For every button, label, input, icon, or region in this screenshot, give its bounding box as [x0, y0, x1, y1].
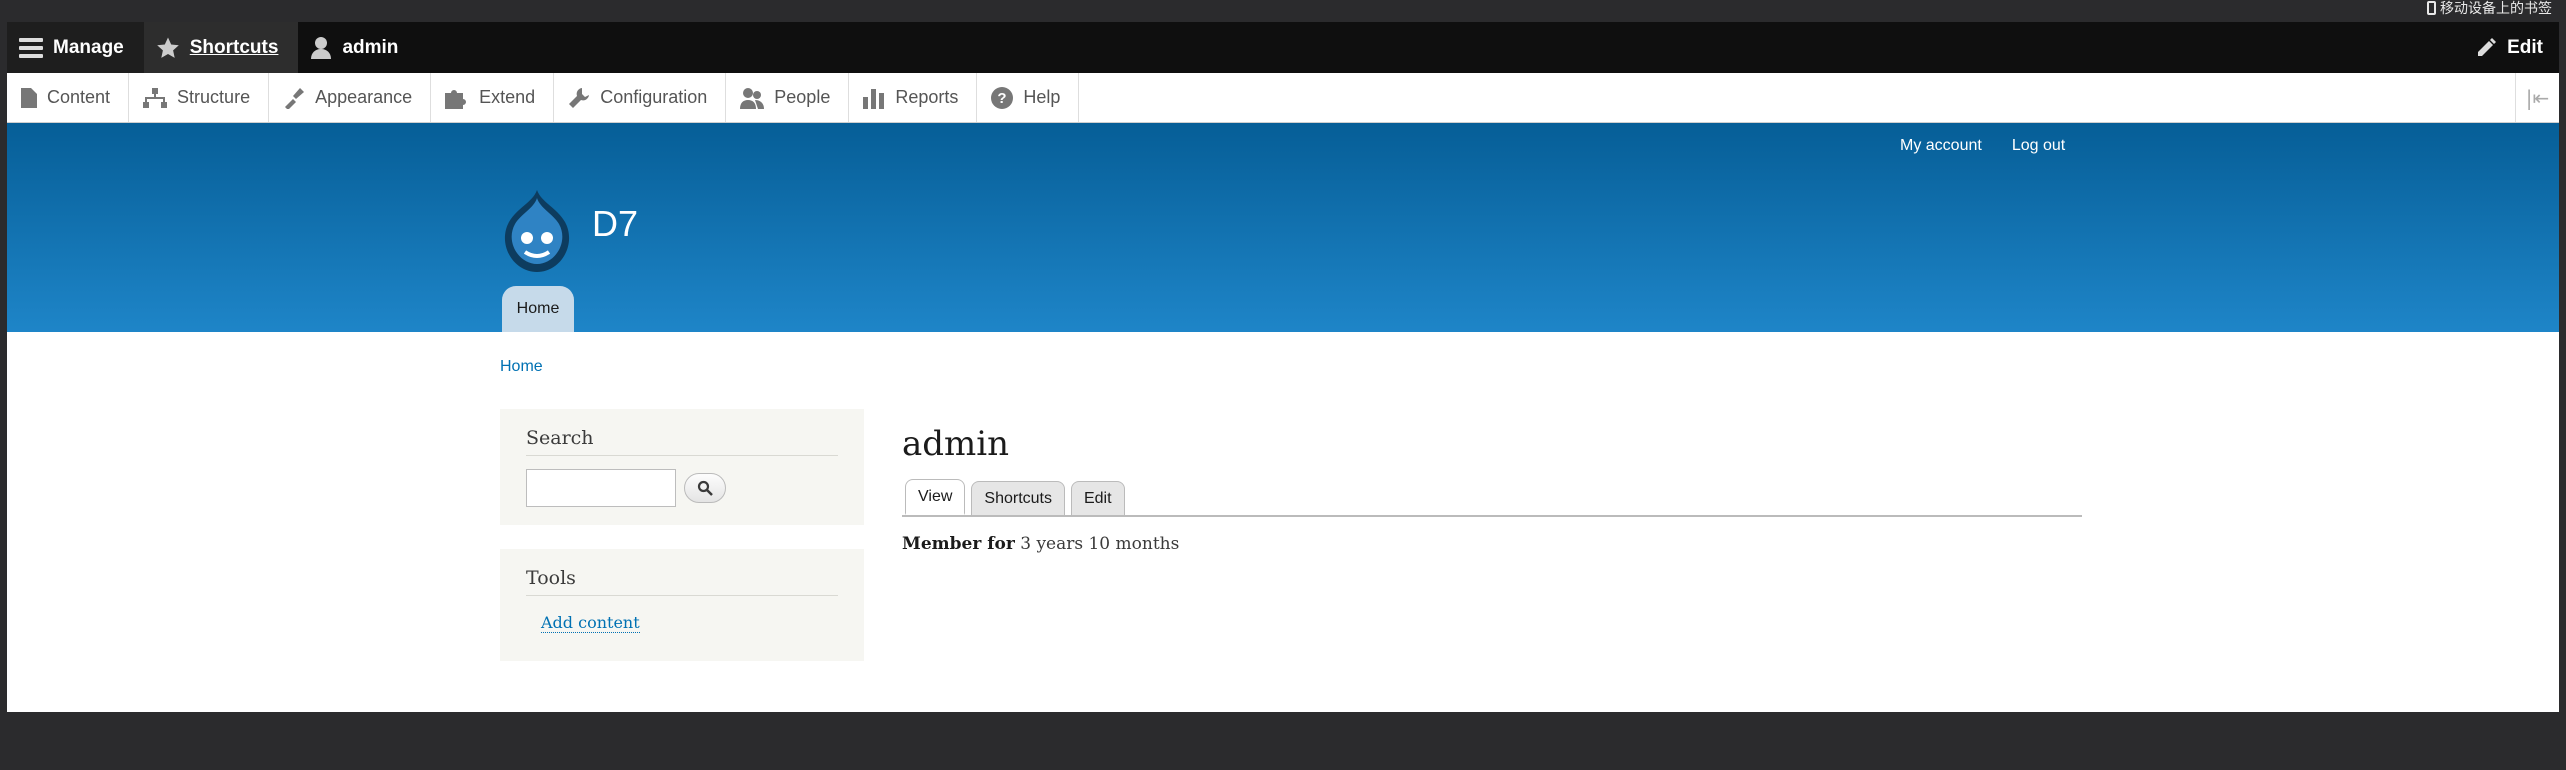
tools-block: Tools Add content: [500, 549, 864, 661]
manage-label: Manage: [53, 36, 124, 58]
page-title: admin: [902, 424, 1010, 464]
page-right-border: [2559, 22, 2566, 734]
search-input[interactable]: [526, 469, 676, 507]
tray-item-appearance[interactable]: Appearance: [269, 73, 432, 122]
site-name[interactable]: D7: [592, 203, 638, 245]
toolbar-tray: Content Structure Appearance Extend Conf…: [7, 73, 2559, 123]
paintbrush-icon: [285, 87, 305, 109]
drupal-logo[interactable]: [499, 188, 575, 274]
member-for-label: Member for: [902, 534, 1015, 554]
tray-item-reports[interactable]: Reports: [849, 73, 978, 122]
local-tabs: View Shortcuts Edit: [905, 479, 1125, 515]
tray-item-label: Extend: [479, 87, 536, 107]
user-icon: [311, 36, 332, 59]
tab-view[interactable]: View: [905, 479, 966, 515]
tray-item-structure[interactable]: Structure: [129, 73, 270, 122]
tray-item-people[interactable]: People: [726, 73, 850, 122]
browser-top-bar: 移动设备上的书签: [0, 0, 2566, 22]
primary-tab-home[interactable]: Home: [502, 286, 574, 332]
svg-text:?: ?: [998, 90, 1007, 107]
my-account-link[interactable]: My account: [1900, 137, 1982, 155]
tray-item-label: Appearance: [315, 87, 413, 107]
pencil-icon: [2478, 37, 2497, 56]
wrench-icon: [569, 87, 590, 108]
search-block: Search: [500, 409, 864, 525]
edit-label: Edit: [2507, 36, 2543, 58]
add-content-link[interactable]: Add content: [541, 613, 640, 633]
tray-item-label: People: [774, 87, 831, 107]
search-icon: [697, 480, 713, 496]
file-icon: [21, 87, 37, 108]
breadcrumb[interactable]: Home: [500, 358, 543, 376]
tray-item-label: Configuration: [600, 87, 708, 107]
tabs-underline: [902, 515, 2082, 517]
sitemap-icon: [143, 87, 168, 108]
admin-toolbar: Manage Shortcuts admin Edit: [7, 22, 2559, 73]
tab-shortcuts[interactable]: Shortcuts: [971, 481, 1065, 515]
search-button[interactable]: [684, 473, 726, 503]
shortcuts-label: Shortcuts: [189, 36, 279, 58]
mobile-bookmarks[interactable]: 移动设备上的书签: [2427, 0, 2552, 17]
people-icon: [740, 87, 765, 109]
user-label: admin: [342, 36, 399, 58]
tray-item-label: Content: [47, 87, 111, 107]
search-block-title: Search: [526, 427, 838, 456]
help-icon: ?: [991, 86, 1014, 109]
site-header: My account Log out D7 Home: [7, 123, 2559, 332]
user-tab[interactable]: admin: [298, 22, 419, 73]
member-for-value: 3 years 10 months: [1020, 534, 1180, 554]
bar-chart-icon: [863, 88, 885, 109]
puzzle-icon: [445, 89, 467, 109]
tray-item-content[interactable]: Content: [7, 73, 130, 122]
tray-item-help[interactable]: ? Help: [977, 73, 1080, 122]
page-footer: [0, 712, 2566, 770]
log-out-link[interactable]: Log out: [2012, 137, 2065, 155]
tools-block-title: Tools: [526, 567, 838, 596]
tray-item-label: Reports: [895, 87, 959, 107]
tray-item-label: Help: [1023, 87, 1061, 107]
page: Manage Shortcuts admin Edit Content Stru…: [7, 22, 2559, 734]
manage-tab[interactable]: Manage: [7, 22, 144, 73]
edit-toggle[interactable]: Edit: [2475, 22, 2559, 73]
mobile-bookmarks-label: 移动设备上的书签: [2440, 1, 2552, 17]
tray-item-configuration[interactable]: Configuration: [554, 73, 727, 122]
shortcuts-tab[interactable]: Shortcuts: [143, 22, 299, 73]
member-for: Member for 3 years 10 months: [902, 534, 1179, 554]
tab-edit[interactable]: Edit: [1070, 481, 1125, 515]
tray-item-label: Structure: [177, 87, 251, 107]
tray-item-extend[interactable]: Extend: [431, 73, 555, 122]
star-icon: [156, 37, 179, 58]
tray-orientation-toggle[interactable]: |⇤: [2515, 73, 2559, 122]
phone-icon: [2427, 1, 2436, 15]
collapse-arrow-icon: |⇤: [2525, 85, 2550, 110]
hamburger-icon: [19, 37, 43, 58]
secondary-menu: My account Log out: [1900, 137, 2065, 155]
